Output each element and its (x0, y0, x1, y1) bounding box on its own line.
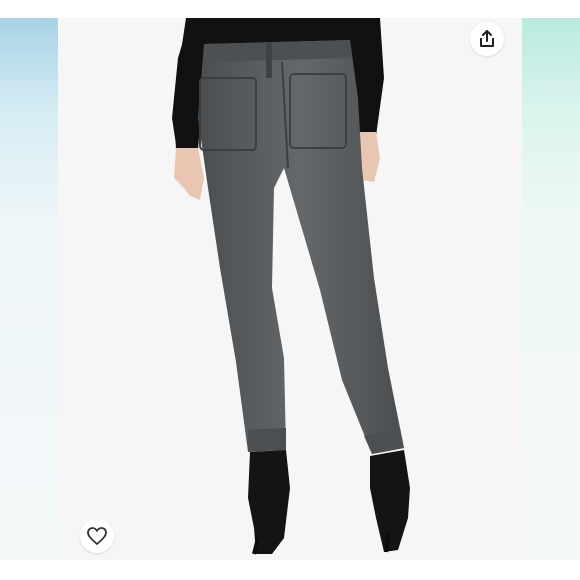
product-photo[interactable] (58, 18, 522, 560)
right-background-panel (522, 18, 580, 560)
share-icon (480, 30, 494, 47)
like-button[interactable] (80, 519, 114, 553)
product-illustration (172, 18, 410, 555)
heart-icon (87, 527, 107, 545)
left-boot (248, 450, 290, 554)
left-background-panel (0, 18, 58, 560)
right-boot (370, 450, 410, 552)
left-hand (174, 148, 204, 200)
share-button[interactable] (470, 22, 504, 56)
